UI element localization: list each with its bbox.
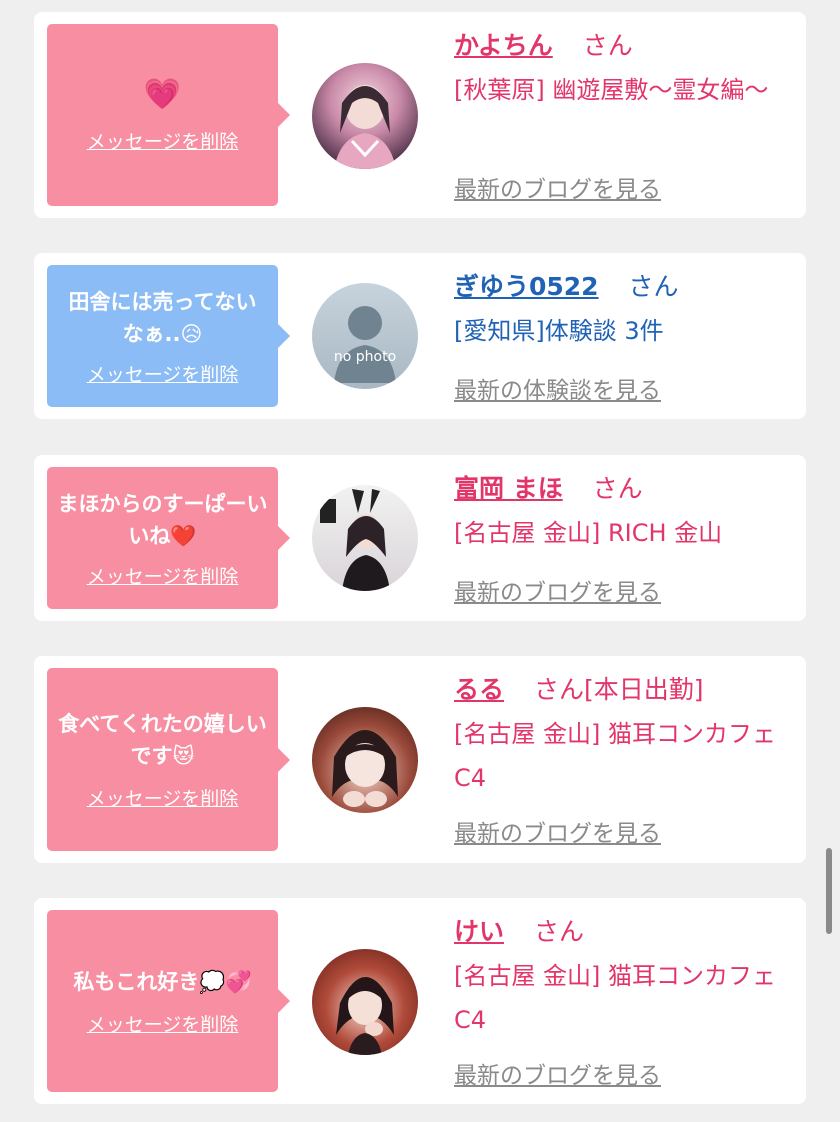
delete-message-link[interactable]: メッセージを削除 bbox=[87, 1010, 239, 1037]
avatar[interactable]: no photo bbox=[312, 283, 418, 389]
message-card: 💗 メッセージを削除 かよちん さん [秋葉原] 幽遊屋敷～霊女編～ 最新のブロ… bbox=[34, 12, 806, 218]
cast-info: かよちん さん [秋葉原] 幽遊屋敷～霊女編～ bbox=[454, 28, 794, 112]
attendance-status: [本日出勤] bbox=[583, 675, 704, 704]
shop-label: [名古屋 金山] 猫耳コンカフェ C4 bbox=[454, 720, 776, 792]
latest-blog-link[interactable]: 最新のブログを見る bbox=[454, 814, 661, 848]
message-card: 食べてくれたの嬉しいです😻 メッセージを削除 るる さん[本日出勤] [名古屋 … bbox=[34, 656, 806, 863]
latest-blog-link[interactable]: 最新のブログを見る bbox=[454, 573, 661, 607]
delete-message-link[interactable]: メッセージを削除 bbox=[87, 360, 239, 387]
shop-label: [名古屋 金山] 猫耳コンカフェ C4 bbox=[454, 962, 776, 1034]
cast-name-link[interactable]: 富岡 まほ bbox=[454, 474, 563, 503]
cast-name-link[interactable]: るる bbox=[454, 675, 504, 704]
no-photo-icon bbox=[334, 306, 396, 383]
message-text: 私もこれ好き💭💞 bbox=[73, 969, 252, 994]
latest-blog-link[interactable]: 最新のブログを見る bbox=[454, 170, 661, 204]
cast-info: るる さん[本日出勤] [名古屋 金山] 猫耳コンカフェ C4 bbox=[454, 672, 794, 800]
honorific-label: さん bbox=[533, 675, 584, 704]
shop-label: [名古屋 金山] RICH 金山 bbox=[454, 519, 723, 547]
avatar[interactable] bbox=[312, 63, 418, 169]
message-text: 田舎には売ってないなぁ..😥 bbox=[68, 289, 257, 346]
message-text: 💗 bbox=[143, 76, 182, 112]
message-card: 田舎には売ってないなぁ..😥 メッセージを削除 no photo ぎゆう0522… bbox=[34, 253, 806, 419]
cast-info: ぎゆう0522 さん [愛知県]体験談 3件 bbox=[454, 269, 794, 353]
avatar[interactable] bbox=[312, 707, 418, 813]
latest-blog-link[interactable]: 最新のブログを見る bbox=[454, 1056, 661, 1090]
no-photo-label: no photo bbox=[333, 349, 397, 365]
honorific-label: さん bbox=[592, 474, 643, 503]
review-count-label: [愛知県]体験談 3件 bbox=[454, 317, 664, 345]
honorific-label: さん bbox=[533, 917, 584, 946]
cast-info: 富岡 まほ さん [名古屋 金山] RICH 金山 bbox=[454, 471, 794, 555]
honorific-label: さん bbox=[628, 272, 679, 301]
cast-name-link[interactable]: かよちん bbox=[454, 31, 553, 60]
message-card: 私もこれ好き💭💞 メッセージを削除 けい さん [名古屋 金山] 猫耳コンカフェ… bbox=[34, 898, 806, 1104]
cast-name-link[interactable]: けい bbox=[454, 917, 504, 946]
message-text: まほからのすーぱーいいね❤️ bbox=[57, 491, 268, 548]
avatar[interactable] bbox=[312, 485, 418, 591]
message-bubble: 田舎には売ってないなぁ..😥 メッセージを削除 bbox=[47, 265, 290, 407]
message-bubble: まほからのすーぱーいいね❤️ メッセージを削除 bbox=[47, 467, 290, 609]
shop-label: [秋葉原] 幽遊屋敷～霊女編～ bbox=[454, 76, 769, 104]
avatar[interactable] bbox=[312, 949, 418, 1055]
message-bubble: 私もこれ好き💭💞 メッセージを削除 bbox=[47, 910, 290, 1092]
delete-message-link[interactable]: メッセージを削除 bbox=[87, 562, 239, 589]
message-bubble: 💗 メッセージを削除 bbox=[47, 24, 290, 206]
user-name-link[interactable]: ぎゆう0522 bbox=[454, 272, 599, 301]
latest-review-link[interactable]: 最新の体験談を見る bbox=[454, 371, 661, 405]
message-card: まほからのすーぱーいいね❤️ メッセージを削除 富岡 まほ さん [名古屋 金山… bbox=[34, 455, 806, 621]
delete-message-link[interactable]: メッセージを削除 bbox=[87, 784, 239, 811]
message-bubble: 食べてくれたの嬉しいです😻 メッセージを削除 bbox=[47, 668, 290, 851]
scrollbar[interactable] bbox=[826, 848, 832, 934]
cast-info: けい さん [名古屋 金山] 猫耳コンカフェ C4 bbox=[454, 914, 794, 1042]
delete-message-link[interactable]: メッセージを削除 bbox=[87, 127, 239, 154]
message-text: 食べてくれたの嬉しいです😻 bbox=[58, 712, 267, 768]
honorific-label: さん bbox=[582, 31, 633, 60]
